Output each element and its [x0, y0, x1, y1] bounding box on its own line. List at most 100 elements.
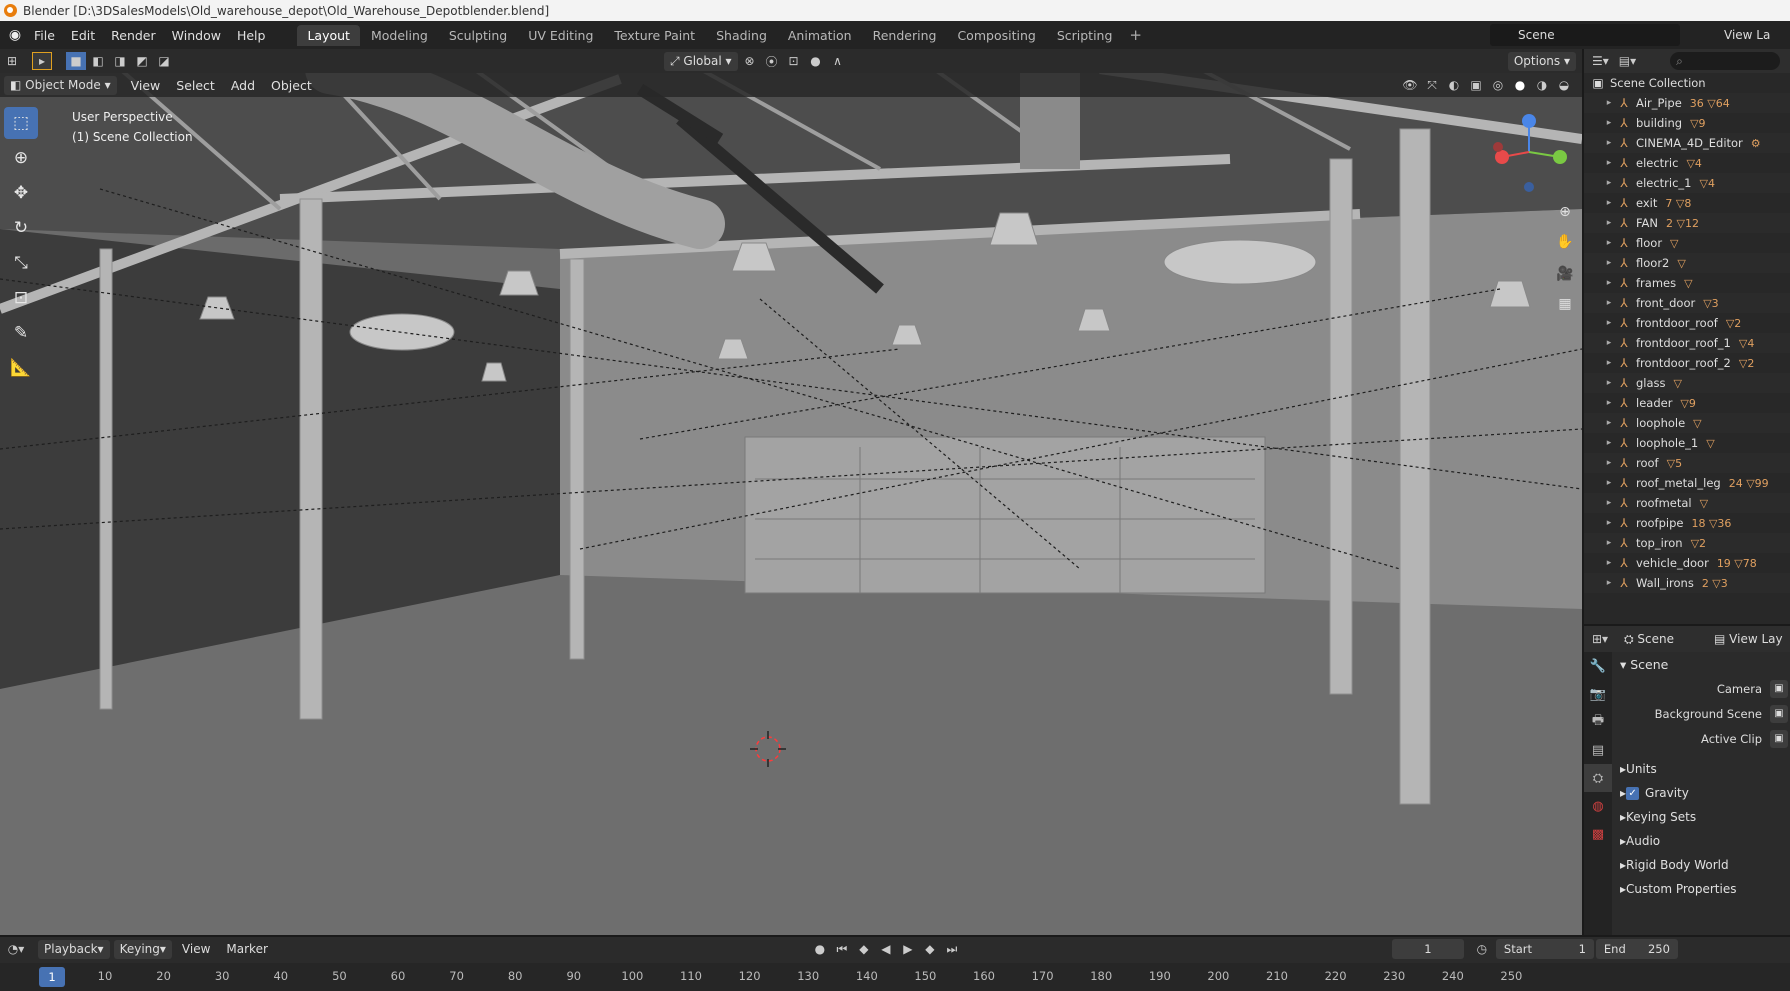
measure-tool-icon[interactable]: 📐 [4, 352, 38, 384]
outliner-item[interactable]: ▸ ⅄ Air_Pipe 36 ▽64 [1584, 93, 1790, 113]
outliner-item[interactable]: ▸ ⅄ roofmetal ▽ [1584, 493, 1790, 513]
gravity-checkbox[interactable]: ✓ [1626, 786, 1640, 800]
render-tab-icon[interactable]: 📷 [1584, 680, 1612, 708]
expand-icon[interactable]: ▸ [1602, 118, 1616, 128]
prev-keyframe-icon[interactable]: ◆ [854, 940, 874, 958]
expand-icon[interactable]: ▸ [1602, 178, 1616, 188]
expand-icon[interactable]: ▸ [1602, 518, 1616, 528]
select-subtract-icon[interactable]: ◨ [110, 52, 130, 70]
expand-icon[interactable]: ▸ [1602, 578, 1616, 588]
expand-icon[interactable]: ▸ [1602, 338, 1616, 348]
editor-type-icon[interactable]: ⊞ [2, 52, 22, 70]
tab-uv-editing[interactable]: UV Editing [518, 25, 603, 46]
timeline-menu-marker[interactable]: Marker [220, 940, 273, 959]
pan-hand-icon[interactable]: ✋ [1552, 229, 1578, 255]
solid-shading-icon[interactable]: ● [1510, 76, 1530, 94]
section-audio[interactable]: ▸ Audio [1614, 829, 1790, 853]
expand-icon[interactable]: ▸ [1602, 218, 1616, 228]
record-icon[interactable]: ● [810, 940, 830, 958]
outliner-item[interactable]: ▸ ⅄ frontdoor_roof ▽2 [1584, 313, 1790, 333]
snap-target-icon[interactable]: ⊡ [784, 52, 804, 70]
timeline-editor-icon[interactable]: ◔▾ [6, 940, 26, 958]
expand-icon[interactable]: ▸ [1602, 238, 1616, 248]
timeline-menu-view[interactable]: View [176, 940, 216, 959]
expand-icon[interactable]: ▸ [1602, 158, 1616, 168]
current-frame-field[interactable]: 1 [1391, 939, 1464, 959]
tab-compositing[interactable]: Compositing [947, 25, 1045, 46]
expand-icon[interactable]: ▸ [1602, 478, 1616, 488]
rendered-shading-icon[interactable]: ◒ [1554, 76, 1574, 94]
select-intersect-icon[interactable]: ◪ [154, 52, 174, 70]
tab-animation[interactable]: Animation [778, 25, 862, 46]
view-layer-selector[interactable]: View La [1690, 24, 1790, 46]
expand-icon[interactable]: ▸ [1602, 458, 1616, 468]
expand-icon[interactable]: ▸ [1602, 438, 1616, 448]
options-dropdown[interactable]: Options ▾ [1507, 51, 1576, 71]
select-extend-icon[interactable]: ◧ [88, 52, 108, 70]
prop-field-icon[interactable]: ▣ [1770, 729, 1788, 748]
select-new-icon[interactable]: ■ [66, 52, 86, 70]
overlay-toggle-icon[interactable]: ◐ [1444, 76, 1464, 94]
outliner-type-icon[interactable]: ☰▾ [1592, 54, 1609, 68]
timeline-menu-playback[interactable]: Playback ▾ [38, 939, 110, 959]
next-keyframe-icon[interactable]: ◆ [920, 940, 940, 958]
proportional-edit-icon[interactable]: ● [806, 52, 826, 70]
snap-icon[interactable]: ⦿ [762, 52, 782, 70]
viewlayer-tab-icon[interactable]: ▤ [1584, 736, 1612, 764]
select-invert-icon[interactable]: ◩ [132, 52, 152, 70]
outliner-item[interactable]: ▸ ⅄ floor ▽ [1584, 233, 1790, 253]
gizmo-toggle-icon[interactable]: ⤧ [1422, 76, 1442, 94]
section-rigid-body-world[interactable]: ▸ Rigid Body World [1614, 853, 1790, 877]
outliner-item[interactable]: ▸ ⅄ front_door ▽3 [1584, 293, 1790, 313]
wireframe-shading-icon[interactable]: ◎ [1488, 76, 1508, 94]
scene-selector[interactable]: Scene [1490, 24, 1680, 46]
outliner-item[interactable]: ▸ ⅄ electric ▽4 [1584, 153, 1790, 173]
section-keying-sets[interactable]: ▸ Keying Sets [1614, 805, 1790, 829]
outliner-item[interactable]: ▸ ⅄ top_iron ▽2 [1584, 533, 1790, 553]
section-custom-properties[interactable]: ▸ Custom Properties [1614, 877, 1790, 901]
xray-icon[interactable]: ▣ [1466, 76, 1486, 94]
visibility-icon[interactable]: 👁 [1400, 76, 1420, 94]
expand-icon[interactable]: ▸ [1602, 298, 1616, 308]
expand-icon[interactable]: ▸ [1602, 258, 1616, 268]
pivot-icon[interactable]: ⊗ [740, 52, 760, 70]
rotate-tool-icon[interactable]: ↻ [4, 212, 38, 244]
prop-field-icon[interactable]: ▣ [1770, 679, 1788, 698]
outliner-item[interactable]: ▸ ⅄ frames ▽ [1584, 273, 1790, 293]
tab-modeling[interactable]: Modeling [361, 25, 438, 46]
outliner-item[interactable]: ▸ ⅄ Wall_irons 2 ▽3 [1584, 573, 1790, 593]
end-frame-field[interactable]: End 250 [1595, 939, 1678, 959]
outliner-item[interactable]: ▸ ⅄ frontdoor_roof_2 ▽2 [1584, 353, 1790, 373]
zoom-icon[interactable]: ⊕ [1552, 199, 1578, 225]
expand-icon[interactable]: ▸ [1602, 198, 1616, 208]
outliner-item[interactable]: ▸ ⅄ floor2 ▽ [1584, 253, 1790, 273]
timeline-ruler[interactable]: 1 10 20 30 40 50 60 70 80 90 100 110 120 130 140 150 16… [0, 963, 1790, 991]
outliner-item[interactable]: ▸ ⅄ vehicle_door 19 ▽78 [1584, 553, 1790, 573]
tab-layout[interactable]: Layout [297, 24, 360, 46]
timeline-menu-keying[interactable]: Keying ▾ [113, 939, 172, 959]
section-gravity[interactable]: ▸ ✓ Gravity [1614, 781, 1790, 805]
tab-shading[interactable]: Shading [706, 25, 777, 46]
transform-tool-icon[interactable]: ⊡ [4, 282, 38, 314]
jump-end-icon[interactable]: ⏭ [942, 940, 962, 958]
ortho-toggle-icon[interactable]: ▦ [1552, 291, 1578, 317]
add-workspace-icon[interactable]: + [1129, 26, 1142, 44]
expand-icon[interactable]: ▸ [1602, 318, 1616, 328]
expand-icon[interactable]: ▸ [1602, 98, 1616, 108]
outliner-item[interactable]: ▸ ⅄ frontdoor_roof_1 ▽4 [1584, 333, 1790, 353]
mode-dropdown[interactable]: ◧ Object Mode ▾ [4, 75, 117, 95]
navigation-gizmo[interactable] [1486, 109, 1572, 195]
menu-file[interactable]: File [26, 28, 63, 43]
expand-icon[interactable]: ▸ [1602, 558, 1616, 568]
menu-help[interactable]: Help [229, 28, 274, 43]
viewport-menu-add[interactable]: Add [223, 78, 263, 93]
blender-menu-icon[interactable]: ◉ [4, 27, 26, 43]
outliner-item[interactable]: ▸ ⅄ loophole_1 ▽ [1584, 433, 1790, 453]
tool-tab-icon[interactable]: 🔧 [1584, 652, 1612, 680]
material-shading-icon[interactable]: ◑ [1532, 76, 1552, 94]
select-mode-icon[interactable]: ▸ [32, 52, 52, 70]
prop-field-icon[interactable]: ▣ [1770, 704, 1788, 723]
menu-render[interactable]: Render [103, 28, 164, 43]
output-tab-icon[interactable]: 🖶 [1584, 708, 1612, 736]
outliner-item[interactable]: ▸ ⅄ exit 7 ▽8 [1584, 193, 1790, 213]
